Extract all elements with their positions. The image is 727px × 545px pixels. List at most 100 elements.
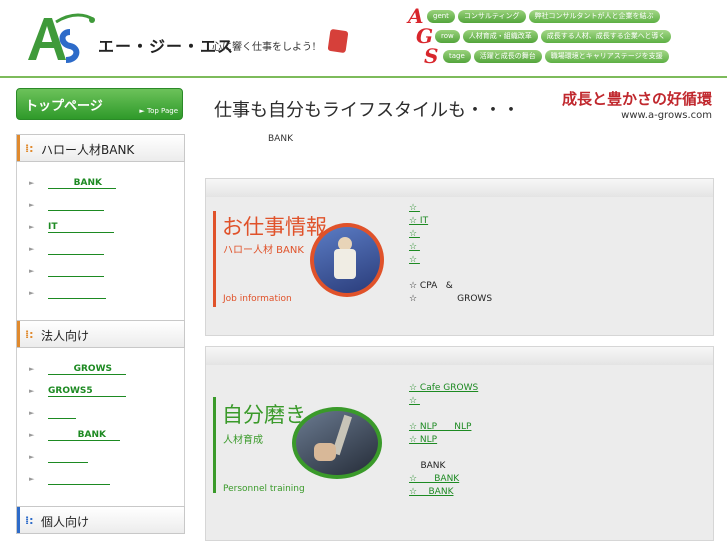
- sidebar-link[interactable]: BANK: [48, 178, 116, 189]
- sidebar-link[interactable]: [48, 452, 88, 463]
- arrow-icon: ►: [29, 267, 35, 275]
- job-link[interactable]: ☆ IT: [409, 216, 461, 229]
- job-link[interactable]: ☆: [409, 203, 455, 216]
- panel-training-links: ☆ Cafe GROWS ☆ ☆ NLP NLP ☆ NLP BANK ☆ BA…: [409, 383, 485, 500]
- arrow-icon: ►: [29, 453, 35, 461]
- sidebar-item[interactable]: ►: [17, 404, 184, 426]
- sidebar-item[interactable]: ► IT: [17, 218, 184, 240]
- sidebar-list-hello-bank: ► BANK ► ► IT ► ► ►: [16, 162, 185, 320]
- sidebar-link[interactable]: BANK: [48, 430, 120, 441]
- sidebar-item[interactable]: ► GROWS5: [17, 382, 184, 404]
- sidebar-item[interactable]: ►: [17, 470, 184, 492]
- job-link[interactable]: ☆: [409, 229, 451, 242]
- sidebar-link[interactable]: GROWS5: [48, 386, 126, 397]
- dots-icon: ⁞:: [25, 514, 34, 527]
- section-title: 法人向け: [41, 329, 90, 343]
- sidebar-section-corporate[interactable]: ⁞: 法人向け: [16, 320, 185, 348]
- sidebar-link[interactable]: IT: [48, 222, 114, 233]
- sidebar-list-corporate: ► GROWS ► GROWS5 ► ► BANK ► ►: [16, 348, 185, 506]
- sidebar-link[interactable]: [48, 288, 106, 299]
- arrow-icon: ►: [29, 289, 35, 297]
- training-link[interactable]: ☆: [409, 396, 471, 409]
- sidebar-item[interactable]: ► GROWS: [17, 360, 184, 382]
- panel-english-label: Personnel training: [223, 484, 305, 494]
- arrow-icon: ►: [29, 179, 35, 187]
- dots-icon: ⁞:: [25, 142, 34, 155]
- panel-english-label: Job information: [223, 294, 292, 304]
- sidebar-item[interactable]: ►: [17, 240, 184, 262]
- sidebar-item[interactable]: ► BANK: [17, 174, 184, 196]
- sidebar-section-hello-bank[interactable]: ⁞: ハロー人材BANK: [16, 134, 185, 162]
- panel-title[interactable]: お仕事情報: [222, 211, 327, 241]
- dots-icon: ⁞:: [25, 328, 34, 341]
- header-taglines: A gent コンサルティング 弊社コンサルタントが人と企業を結ぶ G row …: [408, 4, 718, 68]
- arrow-icon: ►: [29, 387, 35, 395]
- site-url: www.a-grows.com: [621, 110, 712, 121]
- arrow-icon: ►: [29, 223, 35, 231]
- arrow-icon: ►: [29, 409, 35, 417]
- main-note: BANK: [268, 134, 293, 144]
- sidebar-item[interactable]: ►: [17, 196, 184, 218]
- training-link[interactable]: ☆ BANK: [409, 487, 459, 500]
- main-content: 仕事も自分もライフスタイルも・・・ 成長と豊かさの好循環 www.a-grows…: [198, 84, 718, 545]
- sidebar-item[interactable]: ► BANK: [17, 426, 184, 448]
- arrow-icon: ►: [29, 201, 35, 209]
- panel-job-information: お仕事情報 ハロー人材 BANK Job information ☆ ☆ IT …: [205, 178, 714, 336]
- training-link[interactable]: ☆ BANK: [409, 474, 467, 487]
- top-page-button[interactable]: トップページ ► Top Page: [16, 88, 183, 120]
- panel-title[interactable]: 自分磨き: [222, 399, 306, 429]
- panel-top-band: [206, 179, 713, 197]
- sidebar-item[interactable]: ►: [17, 448, 184, 470]
- sidebar-section-individual[interactable]: ⁞: 個人向け: [16, 506, 185, 534]
- panel-personnel-training: 自分磨き 人材育成 Personnel training ☆ Cafe GROW…: [205, 346, 714, 541]
- site-header: エー・ジー・エス 心に響く仕事をしよう! A gent コンサルティング 弊社コ…: [0, 0, 727, 76]
- tagline-pill: 活躍と成長の舞台: [473, 49, 542, 63]
- top-page-sub: ► Top Page: [139, 107, 178, 115]
- logo-catchphrase: 心に響く仕事をしよう!: [212, 42, 317, 53]
- job-photo-icon[interactable]: [310, 223, 384, 297]
- training-link[interactable]: ☆ NLP NLP: [409, 422, 481, 435]
- job-link[interactable]: ☆: [409, 255, 451, 268]
- panel-accent-bar: [213, 211, 216, 307]
- sidebar-link[interactable]: [48, 244, 104, 255]
- tagline-pill: 弊社コンサルタントが人と企業を結ぶ: [528, 9, 660, 23]
- section-accent-bar: [17, 135, 20, 161]
- sidebar-link[interactable]: [48, 266, 104, 277]
- panel-job-links: ☆ ☆ IT ☆ ☆ ☆ ☆ CPA & ☆ GROWS: [409, 203, 492, 307]
- sidebar-link[interactable]: [48, 408, 76, 419]
- page-slogan: 仕事も自分もライフスタイルも・・・: [214, 100, 520, 121]
- panel-accent-bar: [213, 397, 216, 493]
- job-text: ☆ CPA &: [409, 281, 453, 291]
- sidebar-link[interactable]: [48, 474, 110, 485]
- sidebar-link[interactable]: [48, 200, 104, 211]
- tagline-pill: 成長する人材、成長する企業へと導く: [540, 29, 672, 43]
- section-accent-bar: [17, 507, 20, 533]
- arrow-icon: ►: [29, 245, 35, 253]
- panel-top-band: [206, 347, 713, 365]
- job-link[interactable]: ☆: [409, 242, 457, 255]
- sidebar-link[interactable]: GROWS: [48, 364, 126, 375]
- sidebar-item[interactable]: ►: [17, 284, 184, 306]
- tagline-word: gent: [427, 9, 455, 23]
- sidebar-item[interactable]: ►: [17, 262, 184, 284]
- training-link[interactable]: ☆ NLP: [409, 435, 481, 448]
- section-accent-bar: [17, 321, 20, 347]
- ags-logo-icon[interactable]: [22, 10, 98, 66]
- panel-subtitle: ハロー人材 BANK: [223, 245, 304, 256]
- tagline-pill: コンサルティング: [457, 9, 526, 23]
- training-text: BANK: [409, 461, 446, 471]
- tagline-word: tage: [443, 49, 471, 63]
- training-photo-icon[interactable]: [292, 407, 382, 479]
- tagline-grow: G row 人材育成・組織改革 成長する人材、成長する企業へと導く: [416, 24, 718, 48]
- panel-subtitle: 人材育成: [223, 435, 263, 446]
- section-title: ハロー人材BANK: [41, 143, 135, 157]
- job-text: ☆ GROWS: [409, 294, 493, 304]
- training-link[interactable]: ☆ Cafe GROWS: [409, 383, 485, 396]
- arrow-icon: ►: [29, 431, 35, 439]
- tagline-pill: 人材育成・組織改革: [462, 29, 538, 43]
- tagline-letter: S: [424, 44, 439, 68]
- arrow-icon: ►: [29, 365, 35, 373]
